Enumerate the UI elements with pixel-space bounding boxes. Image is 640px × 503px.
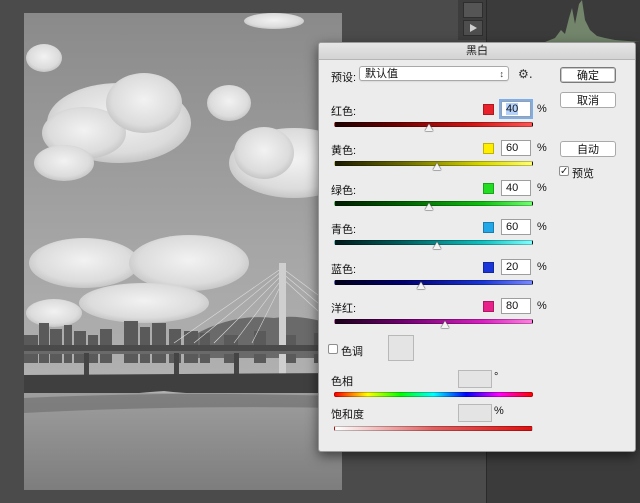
play-button[interactable] xyxy=(463,20,483,36)
red-value-input[interactable]: 40 xyxy=(501,101,531,117)
dialog-titlebar[interactable]: 黑白 xyxy=(319,43,635,60)
blue-slider-thumb[interactable] xyxy=(417,282,425,289)
magenta-slider-thumb[interactable] xyxy=(441,321,449,328)
blue-slider-track[interactable] xyxy=(334,280,533,285)
yellow-value-input[interactable]: 60 xyxy=(501,140,531,156)
black-white-dialog: 黑白 预设: 默认值 ↕ ⚙․ 确定 取消 自动 ✓ 预览 红色: 40 % 黄… xyxy=(318,42,636,452)
tool-button-top[interactable] xyxy=(463,2,483,18)
cyan-percent: % xyxy=(537,221,547,233)
slider-label: 黄色: xyxy=(331,145,357,157)
slider-label: 蓝色: xyxy=(331,264,357,276)
magenta-percent: % xyxy=(537,300,547,312)
slider-row-blue: 蓝色: 20 % xyxy=(319,259,554,289)
magenta-swatch xyxy=(483,301,494,312)
hue-slider-track[interactable] xyxy=(334,392,533,397)
tint-label: 色调 xyxy=(341,346,363,358)
hue-unit: ° xyxy=(494,371,499,383)
preset-value: 默认值 xyxy=(365,68,398,80)
slider-row-magenta: 洋红: 80 % xyxy=(319,298,554,328)
preset-label: 预设: xyxy=(331,72,357,84)
preview-label: 预览 xyxy=(572,168,594,180)
preview-checkbox[interactable]: ✓ xyxy=(559,166,569,177)
slider-label: 绿色: xyxy=(331,185,357,197)
play-icon xyxy=(470,24,477,32)
chevron-updown-icon: ↕ xyxy=(499,69,505,79)
right-toolbar xyxy=(458,0,486,40)
grayscale-photo xyxy=(24,13,342,490)
slider-row-red: 红色: 40 % xyxy=(319,101,554,131)
hue-input[interactable] xyxy=(458,370,492,388)
red-swatch xyxy=(483,104,494,115)
saturation-unit: % xyxy=(494,405,504,417)
cyan-swatch xyxy=(483,222,494,233)
magenta-slider-track[interactable] xyxy=(334,319,533,324)
saturation-slider-track[interactable] xyxy=(334,426,533,431)
saturation-label: 饱和度 xyxy=(331,409,364,421)
slider-label: 青色: xyxy=(331,224,357,236)
magenta-value-input[interactable]: 80 xyxy=(501,298,531,314)
slider-row-green: 绿色: 40 % xyxy=(319,180,554,210)
histogram-thumbnail xyxy=(545,0,640,42)
cancel-button[interactable]: 取消 xyxy=(560,92,616,108)
red-value: 40 xyxy=(506,103,519,115)
dialog-title: 黑白 xyxy=(466,45,488,57)
green-slider-thumb[interactable] xyxy=(425,203,433,210)
tint-checkbox[interactable] xyxy=(328,344,338,354)
hue-label: 色相 xyxy=(331,376,353,388)
ok-button[interactable]: 确定 xyxy=(560,67,616,83)
cyan-slider-thumb[interactable] xyxy=(433,242,441,249)
red-slider-thumb[interactable] xyxy=(425,124,433,131)
gear-icon[interactable]: ⚙․ xyxy=(518,67,533,81)
saturation-input[interactable] xyxy=(458,404,492,422)
slider-label: 洋红: xyxy=(331,303,357,315)
preset-select[interactable]: 默认值 ↕ xyxy=(359,66,509,81)
green-percent: % xyxy=(537,182,547,194)
yellow-slider-thumb[interactable] xyxy=(433,163,441,170)
blue-value-input[interactable]: 20 xyxy=(501,259,531,275)
slider-label: 红色: xyxy=(331,106,357,118)
blue-percent: % xyxy=(537,261,547,273)
red-percent: % xyxy=(537,103,547,115)
yellow-swatch xyxy=(483,143,494,154)
slider-row-yellow: 黄色: 60 % xyxy=(319,140,554,170)
green-slider-track[interactable] xyxy=(334,201,533,206)
slider-row-cyan: 青色: 60 % xyxy=(319,219,554,249)
tint-color-swatch[interactable] xyxy=(388,335,414,361)
green-value-input[interactable]: 40 xyxy=(501,180,531,196)
red-slider-track[interactable] xyxy=(334,122,533,127)
blue-swatch xyxy=(483,262,494,273)
yellow-percent: % xyxy=(537,142,547,154)
auto-button[interactable]: 自动 xyxy=(560,141,616,157)
green-swatch xyxy=(483,183,494,194)
cyan-value-input[interactable]: 60 xyxy=(501,219,531,235)
